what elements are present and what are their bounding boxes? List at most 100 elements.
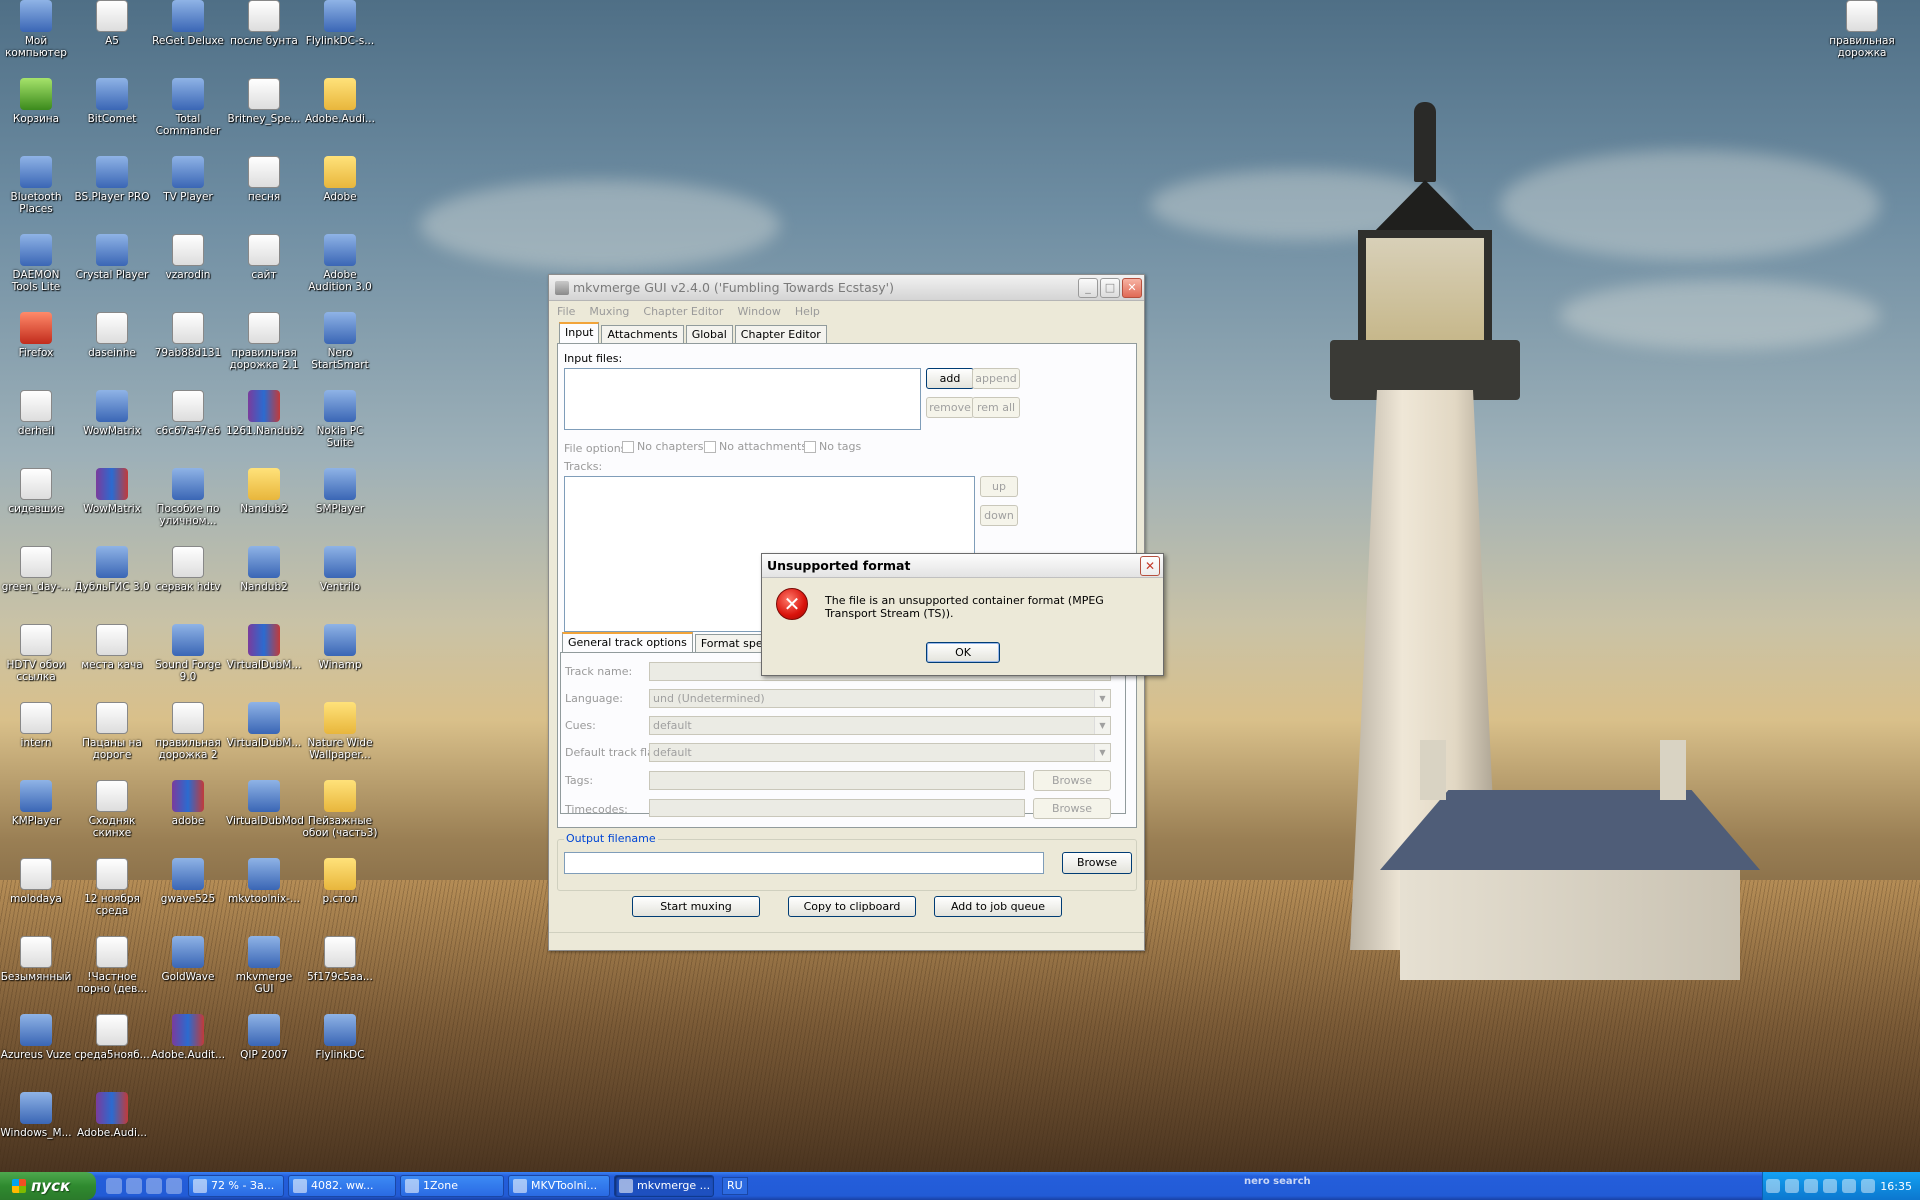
desktop-icon[interactable]: Windows_M... bbox=[0, 1092, 74, 1139]
menu-help[interactable]: Help bbox=[795, 305, 820, 318]
desktop-icon[interactable]: после бунта bbox=[226, 0, 302, 47]
desktop-icon[interactable]: VirtualDubMod bbox=[226, 780, 304, 827]
desktop-icon[interactable]: 1261.Nandub2 bbox=[226, 390, 304, 437]
desktop-icon[interactable]: DAEMON Tools Lite bbox=[0, 234, 74, 293]
no-attachments-checkbox[interactable]: No attachments bbox=[704, 440, 807, 453]
desktop-icon[interactable]: BitComet bbox=[74, 78, 150, 125]
desktop-icon[interactable]: Ventrilo bbox=[302, 546, 378, 593]
desktop-icon[interactable]: Пейзажные обои (часть3) bbox=[302, 780, 378, 839]
desktop-icon[interactable]: HDTV обои ссылка bbox=[0, 624, 74, 683]
desktop-icon[interactable]: Пацаны на дороге bbox=[74, 702, 150, 761]
tray-icon[interactable] bbox=[1823, 1179, 1838, 1193]
close-button[interactable]: ✕ bbox=[1122, 277, 1142, 298]
desktop-icon[interactable]: mkvtoolnix-... bbox=[226, 858, 302, 905]
desktop-icon[interactable]: ДубльГИС 3.0 bbox=[74, 546, 150, 593]
desktop-icon[interactable]: 5f179c5aa... bbox=[302, 936, 378, 983]
tray-icon[interactable] bbox=[1766, 1179, 1781, 1193]
desktop-icon[interactable]: места кача bbox=[74, 624, 150, 671]
down-button[interactable]: down bbox=[980, 505, 1018, 526]
remove-all-button[interactable]: rem all bbox=[972, 397, 1020, 418]
cues-select[interactable]: default ▼ bbox=[649, 716, 1111, 735]
tags-browse-button[interactable]: Browse bbox=[1033, 770, 1111, 791]
menu-window[interactable]: Window bbox=[737, 305, 780, 318]
desktop-icon[interactable]: vzarodin bbox=[150, 234, 226, 281]
desktop-icon[interactable]: intern bbox=[0, 702, 74, 749]
desktop-icon[interactable]: Azureus Vuze bbox=[0, 1014, 74, 1061]
desktop-icon[interactable]: Сходняк скинхе bbox=[74, 780, 150, 839]
desktop-icon[interactable]: Crystal Player bbox=[74, 234, 150, 281]
tab-general-track-options[interactable]: General track options bbox=[562, 632, 693, 652]
desktop-icon[interactable]: правильная дорожка 2 bbox=[150, 702, 226, 761]
unsupported-format-dialog[interactable]: Unsupported format ✕ ✕ The file is an un… bbox=[761, 553, 1164, 676]
desktop-icon[interactable]: сидевшие bbox=[0, 468, 74, 515]
add-button[interactable]: add bbox=[926, 368, 974, 389]
timecodes-browse-button[interactable]: Browse bbox=[1033, 798, 1111, 819]
desktop-icon[interactable]: среда5нояб... bbox=[74, 1014, 150, 1061]
desktop-icon[interactable]: Nandub2 bbox=[226, 546, 302, 593]
tray-icon[interactable] bbox=[1785, 1179, 1800, 1193]
desktop-icon[interactable]: Безымянный bbox=[0, 936, 74, 983]
desktop-icon[interactable]: сайт bbox=[226, 234, 302, 281]
desktop-icon[interactable]: GoldWave bbox=[150, 936, 226, 983]
desktop-icon[interactable]: !Частное порно (дев... bbox=[74, 936, 150, 995]
start-muxing-button[interactable]: Start muxing bbox=[632, 896, 760, 917]
language-indicator[interactable]: RU bbox=[722, 1177, 748, 1195]
desktop-icon[interactable]: A5 bbox=[74, 0, 150, 47]
desktop-icon[interactable]: Adobe Audition 3.0 bbox=[302, 234, 378, 293]
tray-icon[interactable] bbox=[1842, 1179, 1857, 1193]
timecodes-field[interactable] bbox=[649, 799, 1025, 817]
output-browse-button[interactable]: Browse bbox=[1062, 852, 1132, 874]
desktop-icon[interactable]: Total Commander bbox=[150, 78, 226, 137]
desktop-icon[interactable]: green_day-... bbox=[0, 546, 74, 593]
append-button[interactable]: append bbox=[972, 368, 1020, 389]
desktop-icon[interactable]: правильная дорожка bbox=[1824, 0, 1900, 59]
tags-field[interactable] bbox=[649, 771, 1025, 790]
no-tags-checkbox[interactable]: No tags bbox=[804, 440, 861, 453]
no-chapters-checkbox[interactable]: No chapters bbox=[622, 440, 704, 453]
desktop-icon[interactable]: Adobe.Audit... bbox=[150, 1014, 226, 1061]
desktop-icon[interactable]: Пособие по уличном... bbox=[150, 468, 226, 527]
desktop-icon[interactable]: VirtualDubM... bbox=[226, 702, 302, 749]
input-files-list[interactable] bbox=[564, 368, 921, 430]
desktop-icon[interactable]: Britney_Spe... bbox=[226, 78, 302, 125]
tray-icon[interactable] bbox=[1804, 1179, 1819, 1193]
remove-button[interactable]: remove bbox=[926, 397, 974, 418]
desktop-icon[interactable]: daseinhe bbox=[74, 312, 150, 359]
desktop-icon[interactable]: KMPlayer bbox=[0, 780, 74, 827]
taskbar-button[interactable]: 4082. ww... bbox=[288, 1175, 396, 1197]
desktop-icon[interactable]: WowMatrix bbox=[74, 468, 150, 515]
language-select[interactable]: und (Undetermined) ▼ bbox=[649, 689, 1111, 708]
desktop-icon[interactable]: WowMatrix bbox=[74, 390, 150, 437]
clock[interactable]: 16:35 bbox=[1880, 1180, 1912, 1193]
taskbar-button-active[interactable]: mkvmerge ... bbox=[614, 1175, 714, 1197]
desktop-icon[interactable]: Корзина bbox=[0, 78, 74, 125]
quick-launch-icon[interactable] bbox=[106, 1178, 122, 1194]
desktop-icon[interactable]: Firefox bbox=[0, 312, 74, 359]
taskbar-button[interactable]: 1Zone bbox=[400, 1175, 504, 1197]
minimize-button[interactable]: _ bbox=[1078, 277, 1098, 298]
menu-muxing[interactable]: Muxing bbox=[589, 305, 629, 318]
default-track-flag-select[interactable]: default ▼ bbox=[649, 743, 1111, 762]
menu-chapter-editor[interactable]: Chapter Editor bbox=[643, 305, 723, 318]
desktop-icon[interactable]: Nature Wide Wallpaper... bbox=[302, 702, 378, 761]
copy-to-clipboard-button[interactable]: Copy to clipboard bbox=[788, 896, 916, 917]
desktop-icon[interactable]: VirtualDubM... bbox=[226, 624, 302, 671]
desktop-icon[interactable]: FlylinkDC bbox=[302, 1014, 378, 1061]
desktop-icon[interactable]: ReGet Deluxe bbox=[150, 0, 226, 47]
desktop-icon[interactable]: Winamp bbox=[302, 624, 378, 671]
desktop-icon[interactable]: Sound Forge 9.0 bbox=[150, 624, 226, 683]
start-button[interactable]: пуск bbox=[0, 1172, 96, 1200]
desktop-icon[interactable]: песня bbox=[226, 156, 302, 203]
tab-chapter-editor[interactable]: Chapter Editor bbox=[734, 325, 827, 343]
desktop-icon[interactable]: SMPlayer bbox=[302, 468, 378, 515]
desktop-icon[interactable]: adobe bbox=[150, 780, 226, 827]
dialog-close-button[interactable]: ✕ bbox=[1140, 555, 1160, 576]
desktop-icon[interactable]: c6c67a47e6 bbox=[150, 390, 226, 437]
quick-launch-icon[interactable] bbox=[126, 1178, 142, 1194]
desktop-icon[interactable]: сервак hdtv bbox=[150, 546, 226, 593]
up-button[interactable]: up bbox=[980, 476, 1018, 497]
desktop-icon[interactable]: Adobe bbox=[302, 156, 378, 203]
quick-launch-icon[interactable] bbox=[166, 1178, 182, 1194]
desktop-icon[interactable]: BS.Player PRO bbox=[74, 156, 150, 203]
desktop-icon[interactable]: Nandub2 bbox=[226, 468, 302, 515]
